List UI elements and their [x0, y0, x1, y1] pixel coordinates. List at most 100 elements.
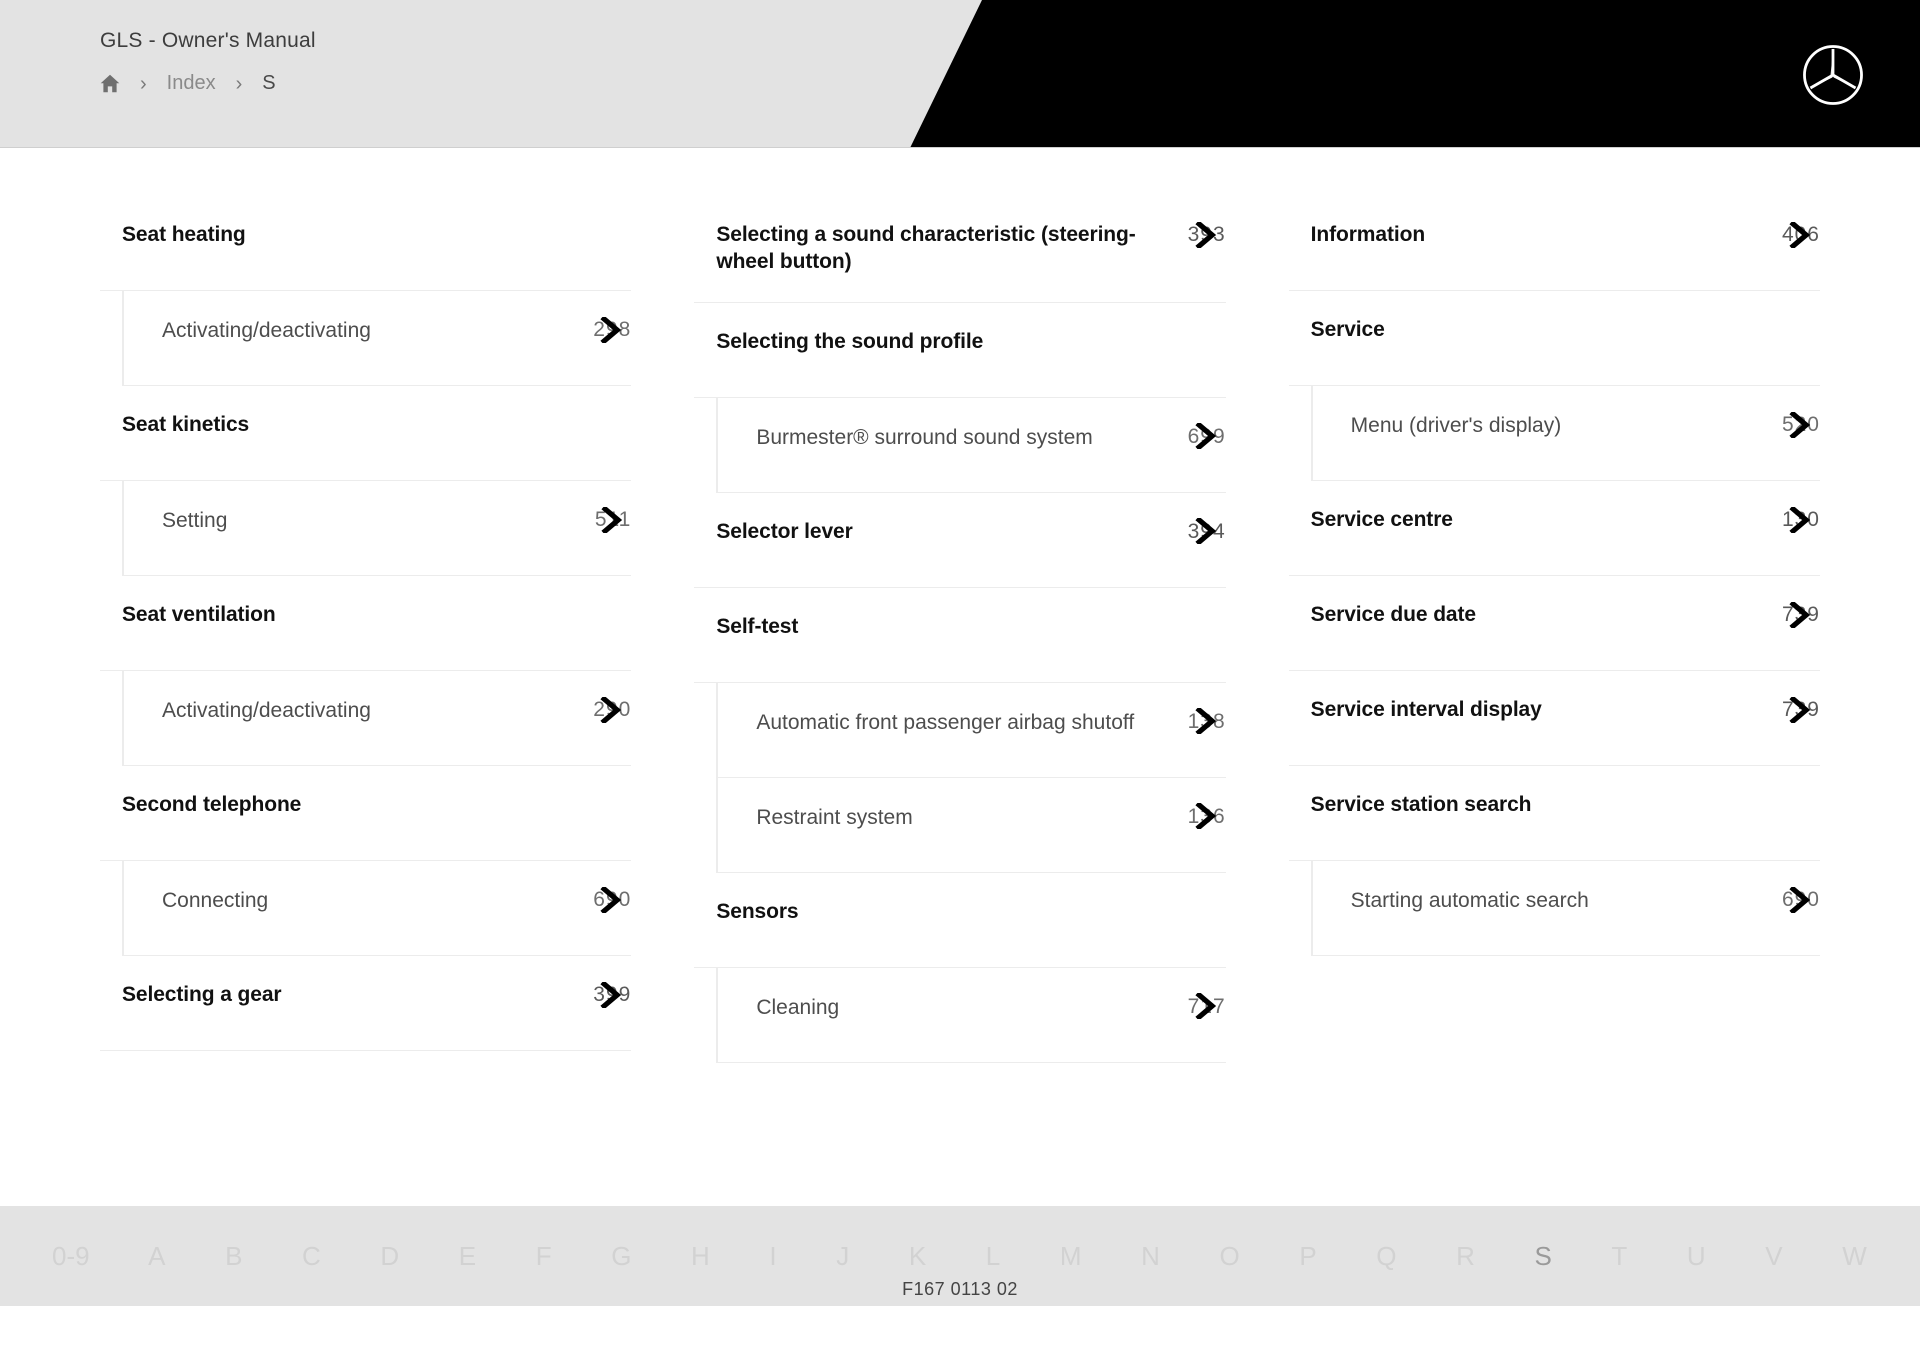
index-subentry[interactable]: Setting 511	[123, 481, 632, 576]
index-entry[interactable]: Seat kinetics	[100, 386, 632, 481]
page-number-value: 138	[1187, 709, 1226, 733]
page-number-value: 520	[1781, 413, 1820, 436]
index-entry[interactable]: Selector lever 394	[694, 493, 1226, 588]
index-entry[interactable]: Second telephone	[100, 766, 632, 861]
index-subentry[interactable]: Menu (driver's display) 520	[1311, 386, 1820, 481]
index-subentry[interactable]: Automatic front passenger airbag shutoff…	[717, 682, 1226, 778]
alphabet-nav-letter-m[interactable]: M	[1060, 1241, 1083, 1272]
alphabet-nav-letter-o[interactable]: O	[1219, 1241, 1240, 1272]
alphabet-nav-letter-q[interactable]: Q	[1376, 1241, 1397, 1272]
index-entry[interactable]: Information 406	[1288, 196, 1820, 291]
page-number-c1-e3-s1[interactable]: 136	[1187, 803, 1226, 830]
alphabet-nav-letter-w[interactable]: W	[1842, 1241, 1868, 1272]
page-number-c1-e2[interactable]: 394	[1187, 518, 1226, 545]
alphabet-nav-letter-j[interactable]: J	[836, 1241, 850, 1272]
index-entry-label: Seat heating	[122, 223, 246, 246]
index-entry[interactable]: Seat ventilation	[100, 576, 632, 671]
page-number-value: 393	[1187, 223, 1226, 246]
page-number-c2-e3[interactable]: 739	[1782, 601, 1820, 628]
alphabet-nav-letter-f[interactable]: F	[536, 1241, 553, 1272]
page-number-c2-e0[interactable]: 406	[1781, 221, 1820, 248]
index-subentry[interactable]: Activating/deactivating 290	[123, 671, 632, 766]
index-subentry-group: Burmester® surround sound system 699	[716, 397, 1226, 493]
page-number-c2-e1-s0[interactable]: 520	[1781, 411, 1820, 438]
index-subentry[interactable]: Activating/deactivating 298	[123, 291, 632, 386]
alphabet-nav-letter-e[interactable]: E	[459, 1241, 477, 1272]
index-subentry[interactable]: Burmester® surround sound system 699	[717, 397, 1226, 493]
header-text-block: GLS - Owner's Manual › Index › S	[100, 29, 316, 95]
alphabet-nav-letter-l[interactable]: L	[986, 1241, 1001, 1272]
page-number-c0-e4[interactable]: 399	[593, 981, 631, 1008]
breadcrumb-item-index[interactable]: Index	[167, 72, 216, 95]
page-number-c0-e0-s0[interactable]: 298	[593, 316, 631, 343]
alphabet-nav-letter-09[interactable]: 0-9	[52, 1241, 90, 1272]
index-entry[interactable]: Service due date 739	[1288, 576, 1820, 671]
index-body: Seat heating Activating/deactivating 298 Se…	[0, 148, 1920, 1306]
alphabet-nav-letter-v[interactable]: V	[1765, 1241, 1783, 1272]
index-entry-label: Selector lever	[716, 519, 853, 543]
index-entry-label: Self-test	[716, 614, 799, 638]
index-entry[interactable]: Seat heating	[100, 196, 632, 291]
index-subentry-group: Activating/deactivating 298	[122, 291, 632, 386]
page-number-c2-e4[interactable]: 739	[1782, 696, 1820, 723]
page-number-c1-e4-s0[interactable]: 717	[1188, 993, 1226, 1020]
alphabet-nav-letter-b[interactable]: B	[225, 1241, 243, 1272]
index-entry[interactable]: Service station search	[1288, 766, 1820, 861]
page-number-c2-e2[interactable]: 130	[1781, 506, 1820, 533]
index-entry[interactable]: Service centre 130	[1288, 481, 1820, 576]
page-number-value: 136	[1187, 804, 1226, 828]
index-subentry-label: Setting	[162, 509, 228, 532]
page-number-value: 511	[594, 508, 632, 531]
breadcrumb: › Index › S	[100, 72, 316, 95]
index-subentry-label: Starting automatic search	[1350, 889, 1589, 912]
alphabet-nav-letter-d[interactable]: D	[380, 1241, 400, 1272]
index-entry[interactable]: Selecting a gear 399	[100, 956, 632, 1051]
alphabet-nav-letter-h[interactable]: H	[691, 1241, 711, 1272]
index-subentry-label: Activating/deactivating	[162, 699, 371, 722]
alphabet-nav-letter-u[interactable]: U	[1687, 1241, 1707, 1272]
alphabet-nav-letter-g[interactable]: G	[611, 1241, 632, 1272]
alphabet-nav-letter-a[interactable]: A	[148, 1241, 166, 1272]
breadcrumb-separator-2: ›	[235, 72, 243, 95]
page-number-c0-e2-s0[interactable]: 290	[593, 696, 632, 723]
index-entry[interactable]: Service	[1288, 291, 1820, 386]
alphabet-nav-letter-r[interactable]: R	[1456, 1241, 1476, 1272]
index-subentry[interactable]: Restraint system 136	[717, 777, 1226, 873]
index-column-3: Information 406 Service Menu (driver's disp…	[1288, 196, 1820, 1063]
index-subentry-group: Menu (driver's display) 520	[1310, 386, 1820, 481]
index-subentry-group: Automatic front passenger airbag shutoff…	[716, 682, 1226, 873]
index-entry-label: Service	[1310, 318, 1385, 341]
index-entry[interactable]: Self-test	[694, 588, 1226, 683]
page-number-c0-e1-s0[interactable]: 511	[594, 506, 632, 533]
page-number-c1-e3-s0[interactable]: 138	[1187, 708, 1226, 735]
alphabet-nav-letter-t[interactable]: T	[1611, 1241, 1628, 1272]
breadcrumb-home[interactable]	[100, 74, 120, 93]
index-entry[interactable]: Selecting the sound profile	[694, 303, 1226, 398]
page-number-c0-e3-s0[interactable]: 690	[593, 886, 631, 913]
page-number-value: 394	[1187, 519, 1226, 543]
page-number-c1-e0[interactable]: 393	[1187, 221, 1226, 248]
alphabet-nav-letter-c[interactable]: C	[302, 1241, 322, 1272]
index-entry-label: Service station search	[1310, 793, 1532, 816]
index-entry[interactable]: Sensors	[694, 873, 1226, 968]
alphabet-nav-letter-n[interactable]: N	[1141, 1241, 1161, 1272]
alphabet-nav-letter-i[interactable]: I	[769, 1241, 777, 1272]
page-number-c2-e5-s0[interactable]: 690	[1782, 886, 1820, 913]
alphabet-nav-letter-s[interactable]: S	[1534, 1241, 1552, 1272]
index-entry-label: Selecting a sound characteristic (steeri…	[716, 223, 1136, 273]
page-number-value: 130	[1781, 508, 1820, 531]
index-subentry-group: Setting 511	[122, 481, 632, 576]
index-subentry-label: Automatic front passenger airbag shutoff	[756, 710, 1135, 734]
page-number-value: 406	[1781, 223, 1820, 246]
alphabet-nav-letter-k[interactable]: K	[909, 1241, 927, 1272]
index-subentry[interactable]: Starting automatic search 690	[1311, 861, 1820, 956]
page-number-c1-e1-s0[interactable]: 699	[1188, 423, 1226, 450]
index-subentry[interactable]: Connecting 690	[123, 861, 632, 956]
alphabet-nav-letter-p[interactable]: P	[1299, 1241, 1317, 1272]
page-number-value: 290	[593, 698, 632, 721]
index-subentry-label: Connecting	[162, 889, 269, 912]
index-subentry[interactable]: Cleaning 717	[717, 967, 1226, 1063]
brand-banner	[910, 0, 1920, 148]
index-entry[interactable]: Service interval display 739	[1288, 671, 1820, 766]
index-entry[interactable]: Selecting a sound characteristic (steeri…	[694, 196, 1226, 303]
